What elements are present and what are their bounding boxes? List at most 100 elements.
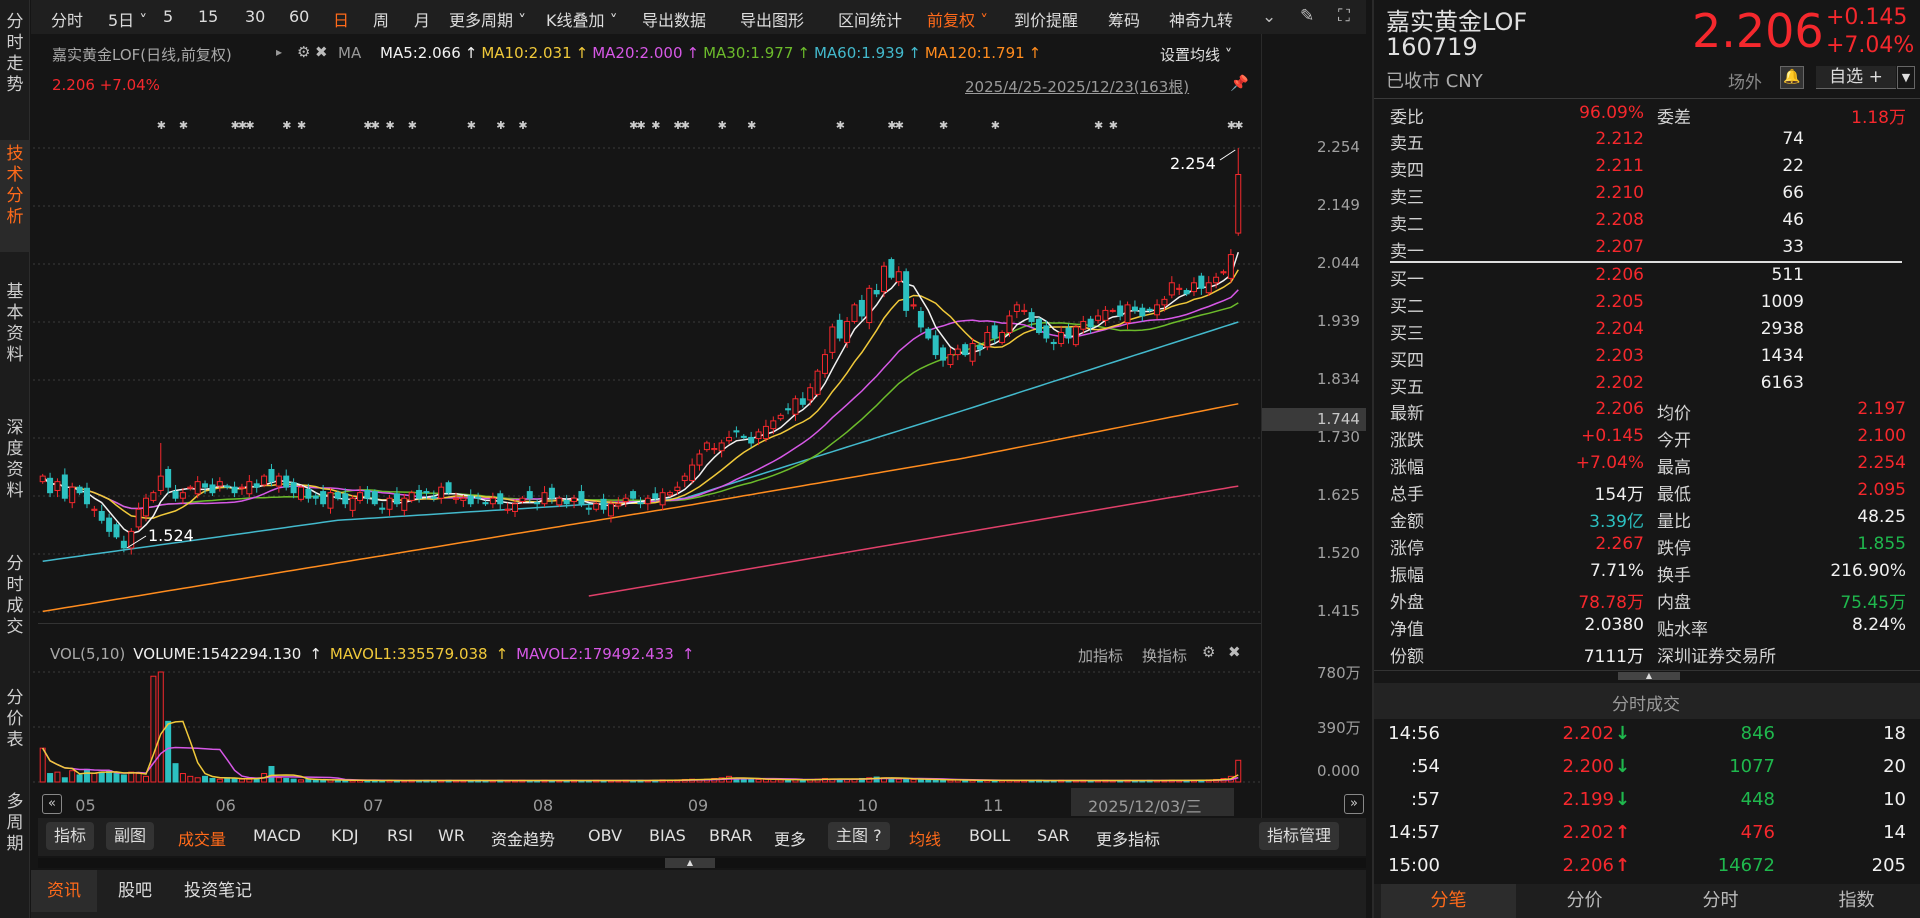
trades-tab-2[interactable]: 分时 [1653,884,1788,918]
collapse-up-icon[interactable]: ▲ [665,858,715,868]
settings-icon[interactable]: ⚙ [1202,643,1215,661]
indicator-1[interactable]: MACD [253,826,301,845]
candle-body [1168,282,1175,296]
toolbar-item-9[interactable]: 更多周期 ˅ [449,7,526,31]
candle-body [253,483,260,488]
toolbar-item-1[interactable]: 5日 ˅ [108,7,147,31]
pin-icon[interactable]: 📌 [1230,74,1249,92]
volume-bar [128,771,135,783]
brush-icon[interactable]: ✎ [1300,6,1314,26]
volume-bar [172,763,179,783]
sidebar-item-6[interactable]: 多周期 [0,788,30,874]
scroll-left-button[interactable]: « [42,794,62,814]
candle-body [851,304,858,322]
asks-price[interactable]: 2.207 [1595,237,1644,257]
indicator-7[interactable]: BIAS [649,826,686,845]
switch-indicator-button[interactable]: 换指标 [1142,645,1187,666]
toolbar-item-0[interactable]: 分时 [51,7,83,31]
indicator-3[interactable]: RSI [387,826,413,845]
main-chart-button[interactable]: 主图 ? [828,822,890,850]
fullscreen-icon[interactable]: ⛶ [1338,6,1350,26]
asks-price[interactable]: 2.212 [1595,129,1644,149]
event-marker-icon: ✱ [518,119,527,132]
main-indicator-3[interactable]: 更多指标 [1096,826,1160,850]
sidebar-item-2[interactable]: 基本资料 [0,278,30,390]
candle-body [76,486,83,494]
candle-body [962,344,969,356]
volume-bar [275,777,282,783]
sidebar-item-5[interactable]: 分价表 [0,684,30,770]
asks-price[interactable]: 2.210 [1595,183,1644,203]
volume-bar [666,779,673,783]
indicator-6[interactable]: OBV [588,826,622,845]
candle-body [393,493,400,505]
toolbar-item-3[interactable]: 15 [198,7,218,26]
bell-icon[interactable]: 🔔 [1780,66,1804,89]
indicator-0[interactable]: 成交量 [178,826,226,850]
bids-price[interactable]: 2.202 [1595,373,1644,393]
dropdown-icon[interactable]: ▼ [1897,66,1915,89]
stat-value: 1.855 [1857,534,1906,554]
set-ma-button[interactable]: 设置均线 ˅ [1160,44,1232,65]
settings-icon[interactable]: ⚙ [297,43,310,61]
watchlist-button[interactable]: 自选 + [1816,66,1896,89]
indicator-8[interactable]: BRAR [709,826,753,845]
sidebar-item-4[interactable]: 分时成交 [0,550,30,662]
trades-tab-0[interactable]: 分笔 [1381,884,1516,918]
toolbar-item-2[interactable]: 5 [163,7,173,26]
bottom-tab-2[interactable]: 投资笔记 [168,870,268,912]
bids-price[interactable]: 2.203 [1595,346,1644,366]
bottom-tab-1[interactable]: 股吧 [102,870,168,912]
indicator-9[interactable]: 更多 [774,826,806,850]
toolbar-item-14[interactable]: 前复权 ˅ [927,7,988,31]
indicator-button[interactable]: 指标 [46,822,95,850]
toolbar-item-10[interactable]: K线叠加 ˅ [546,7,618,31]
indicator-4[interactable]: WR [438,826,465,845]
candle-body [1095,315,1102,321]
toolbar-item-8[interactable]: 月 [414,7,430,31]
indicator-2[interactable]: KDJ [331,826,359,845]
main-indicator-0[interactable]: 均线 [909,826,941,850]
candle-body [216,481,223,487]
trades-tab-1[interactable]: 分价 [1517,884,1652,918]
asks-price[interactable]: 2.208 [1595,210,1644,230]
toolbar-item-15[interactable]: 到价提醒 [1014,7,1078,31]
close-icon[interactable]: ✖ [1228,643,1241,661]
date-range[interactable]: 2025/4/25-2025/12/23(163根) [965,76,1189,97]
bids-price[interactable]: 2.206 [1595,265,1644,285]
close-icon[interactable]: ✖ [315,43,328,61]
toolbar-item-6[interactable]: 日 [333,7,349,31]
toolbar-item-11[interactable]: 导出数据 [642,7,706,31]
sub-chart-button[interactable]: 副图 [106,822,155,850]
expand-arrow-icon[interactable]: ▸ [276,45,282,59]
volume-tick-label: 780万 [1317,664,1361,682]
indicator-manage-button[interactable]: 指标管理 [1259,822,1340,850]
trades-tab-3[interactable]: 指数 [1789,884,1920,918]
sidebar-item-0[interactable]: 分时走势 [0,8,30,120]
toolbar-item-13[interactable]: 区间统计 [838,7,902,31]
scroll-right-button[interactable]: » [1344,794,1364,814]
bids-price[interactable]: 2.205 [1595,292,1644,312]
collapse-up-icon[interactable]: ▲ [1618,672,1680,680]
toolbar-item-5[interactable]: 60 [289,7,309,26]
indicator-5[interactable]: 资金趋势 [491,826,555,850]
toolbar-item-7[interactable]: 周 [373,7,389,31]
main-indicator-2[interactable]: SAR [1037,826,1070,845]
main-indicator-1[interactable]: BOLL [969,826,1010,845]
toolbar-item-4[interactable]: 30 [245,7,265,26]
sidebar-item-3[interactable]: 深度资料 [0,414,30,526]
bottom-tab-0[interactable]: 资讯 [31,870,97,912]
sidebar-item-1[interactable]: 技术分析 [0,140,30,252]
collapse-circle-icon[interactable]: ⌄ [1262,7,1276,27]
asks-price[interactable]: 2.211 [1595,156,1644,176]
candle-body [1117,305,1124,317]
toolbar-item-17[interactable]: 神奇九转 [1169,7,1233,31]
add-indicator-button[interactable]: 加指标 [1078,645,1123,666]
toolbar-item-12[interactable]: 导出图形 [740,7,804,31]
toolbar-item-16[interactable]: 筹码 [1108,7,1140,31]
price-tick-label: 1.834 [1317,370,1360,388]
candle-body [120,540,127,549]
bids-price[interactable]: 2.204 [1595,319,1644,339]
volume-bar [143,775,150,783]
ma-legend: MA5:2.066 ↑ MA10:2.031 ↑ MA20:2.000 ↑ MA30:… [380,44,1041,62]
